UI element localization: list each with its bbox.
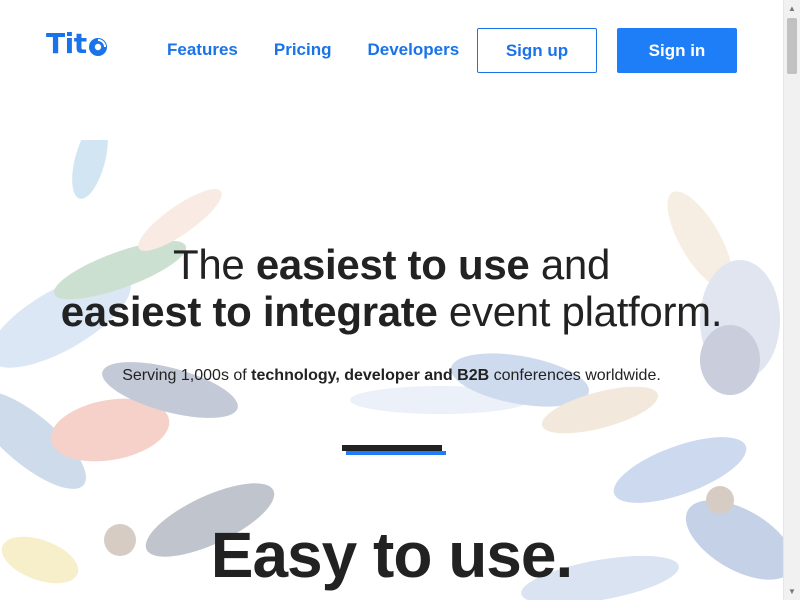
- hero-title-line1-pre: The: [173, 241, 256, 288]
- tito-logo-icon: [88, 38, 107, 56]
- sign-up-button[interactable]: Sign up: [477, 28, 597, 73]
- divider-blue: [346, 451, 446, 455]
- hero-title-line1-post: and: [529, 241, 610, 288]
- hero-subtitle-post: conferences worldwide.: [489, 367, 661, 384]
- main-nav: Features Pricing Developers: [167, 40, 459, 60]
- nav-link-pricing[interactable]: Pricing: [274, 40, 332, 60]
- scroll-thumb[interactable]: [787, 18, 797, 74]
- vertical-scrollbar[interactable]: ▲ ▼: [783, 0, 800, 600]
- page: Tit Features Pricing Developers Sign up …: [0, 0, 783, 600]
- hero-title-line2-post: event platform.: [437, 288, 723, 335]
- hero-title-line2-bold: easiest to integrate: [60, 288, 438, 335]
- nav-link-developers[interactable]: Developers: [368, 40, 460, 60]
- scroll-down-icon[interactable]: ▼: [784, 583, 800, 600]
- hero-subtitle: Serving 1,000s of technology, developer …: [0, 367, 783, 385]
- sign-in-button[interactable]: Sign in: [617, 28, 737, 73]
- logo[interactable]: Tit: [46, 30, 108, 58]
- hero-subtitle-bold: technology, developer and B2B: [251, 367, 490, 384]
- hero-title: The easiest to use and easiest to integr…: [0, 241, 783, 335]
- hero-title-line1-bold: easiest to use: [255, 241, 530, 288]
- nav-link-features[interactable]: Features: [167, 40, 238, 60]
- hero-subtitle-pre: Serving 1,000s of: [122, 367, 252, 384]
- section-title: Easy to use.: [210, 519, 574, 591]
- scroll-up-icon[interactable]: ▲: [784, 0, 800, 17]
- logo-text: Tit: [46, 27, 87, 60]
